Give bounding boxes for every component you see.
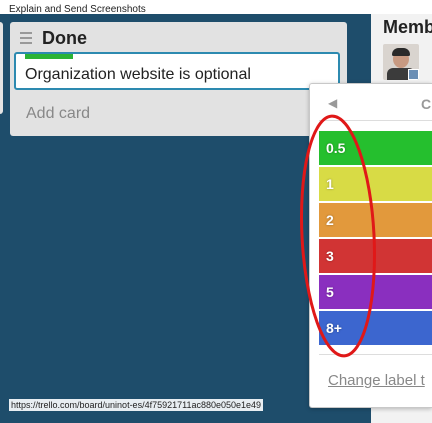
label-swatch-5[interactable]: 5 xyxy=(319,275,432,309)
members-heading: Memb xyxy=(383,17,432,37)
label-swatch-0-5[interactable]: 0.5 xyxy=(319,131,432,165)
avatar-badge xyxy=(408,69,419,80)
avatar-hair xyxy=(392,48,410,56)
card-title[interactable]: Organization website is optional xyxy=(25,66,251,84)
popover-title: C xyxy=(421,96,432,112)
label-text: 5 xyxy=(326,284,334,300)
card-label-bar xyxy=(25,54,73,59)
list-title[interactable]: Done xyxy=(42,28,87,49)
label-text: 8+ xyxy=(326,320,342,336)
label-swatch-2[interactable]: 2 xyxy=(319,203,432,237)
popover-divider xyxy=(319,120,432,121)
label-swatch-1[interactable]: 1 xyxy=(319,167,432,201)
back-arrow-icon[interactable]: ◀ xyxy=(328,96,337,110)
labels-popover: ◀ C 0.5 1 2 3 5 8+ Change label t xyxy=(309,83,432,408)
avatar[interactable] xyxy=(383,44,419,80)
label-text: 0.5 xyxy=(326,140,346,156)
label-text: 2 xyxy=(326,212,334,228)
list-done: Done Organization website is optional Ad… xyxy=(10,22,347,136)
list-menu-icon[interactable] xyxy=(20,32,32,44)
label-text: 1 xyxy=(326,176,334,192)
popover-divider-bottom xyxy=(319,354,432,355)
label-swatch-3[interactable]: 3 xyxy=(319,239,432,273)
add-card-link[interactable]: Add card xyxy=(26,105,90,123)
label-text: 3 xyxy=(326,248,334,264)
card[interactable]: Organization website is optional xyxy=(14,52,340,90)
previous-list-edge xyxy=(0,22,3,114)
status-bar-url: https://trello.com/board/uninot-es/4f759… xyxy=(9,399,264,411)
change-label-titles-link[interactable]: Change label t xyxy=(328,372,425,389)
label-swatch-8-plus[interactable]: 8+ xyxy=(319,311,432,345)
